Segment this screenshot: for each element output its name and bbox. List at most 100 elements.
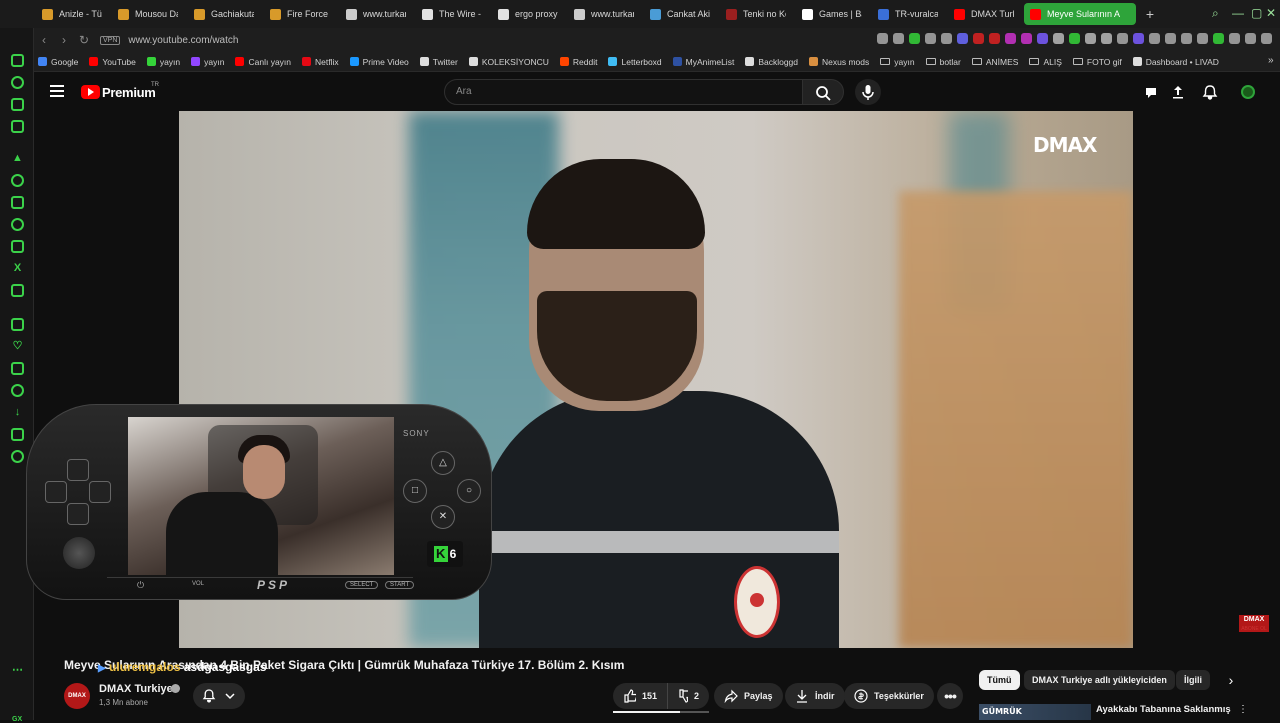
tab-14[interactable]: Meyve Sularının A [1024,3,1136,25]
bookmark-8[interactable]: Twitter [419,57,458,67]
bookmark-20[interactable]: Dashboard • LIVAD [1132,57,1219,67]
extension-8-icon[interactable] [989,33,1000,44]
forward-icon[interactable]: › [54,33,74,47]
extension-12-icon[interactable] [1053,33,1064,44]
bookmark-9[interactable]: KOLEKSİYONCU [468,57,549,67]
dislike-button[interactable]: 2 [667,683,709,709]
bookmark-7[interactable]: Prime Video [349,57,409,67]
youtube-logo-icon[interactable] [81,85,100,99]
chips-next-icon[interactable]: › [1224,673,1238,687]
download-button[interactable]: İndir [785,683,845,709]
bookmark-4[interactable]: yayın [191,57,224,67]
minimize-icon[interactable]: — [1232,6,1244,20]
extension-7-icon[interactable] [973,33,984,44]
tab-10[interactable]: Tenki no Ko [720,3,792,25]
share-button[interactable]: Paylaş [714,683,783,709]
sidebar-chatgpt-icon[interactable] [11,174,24,187]
sidebar-grid-icon[interactable] [11,318,24,331]
sidebar-history-icon[interactable] [11,384,24,397]
tab-11[interactable]: Games | Ba [796,3,868,25]
sidebar-gx-control-icon[interactable] [11,98,24,111]
notifications-bell-icon[interactable] [1202,84,1218,100]
sidebar-settings-icon[interactable] [11,450,24,463]
extension-18-icon[interactable] [1149,33,1160,44]
upload-icon[interactable] [1170,84,1186,100]
chip-from-uploader[interactable]: DMAX Turkiye adlı yükleyiciden [1024,670,1175,690]
extension-1-icon[interactable] [877,33,888,44]
more-actions-button[interactable]: ••• [937,683,963,709]
bookmark-6[interactable]: Netflix [302,57,339,67]
recommendation-title[interactable]: Ayakkabı Tabanına Saklanmış [1096,704,1231,715]
bookmark-5[interactable]: Canlı yayın [235,57,291,67]
sidebar-instagram-icon[interactable] [11,240,24,253]
user-avatar[interactable] [1241,85,1255,99]
bookmark-14[interactable]: Nexus mods [809,57,869,67]
subscription-bell-button[interactable] [193,683,245,709]
bookmark-19[interactable]: FOTO gif [1072,57,1122,67]
bookmark-18[interactable]: ALIŞ [1029,57,1062,67]
sidebar-extensions-icon[interactable] [11,428,24,441]
bookmark-3[interactable]: yayın [146,57,180,67]
sidebar-more-icon[interactable]: ⋯ [11,664,24,677]
channel-name[interactable]: DMAX Turkiye [99,683,173,695]
extension-25-icon[interactable] [1261,33,1272,44]
bookmark-2[interactable]: YouTube [89,57,136,67]
tab-12[interactable]: TR-vuralcar [872,3,944,25]
bookmark-11[interactable]: Letterboxd [608,57,662,67]
bookmark-16[interactable]: botlar [925,57,961,67]
thanks-button[interactable]: Teşekkürler [844,683,934,709]
bookmark-1[interactable]: Google [38,57,78,67]
bookmark-13[interactable]: Backloggd [745,57,798,67]
search-tabs-icon[interactable]: ⌕ [1212,6,1219,21]
chat-bubble-icon[interactable] [1143,84,1159,100]
bookmarks-overflow-icon[interactable]: » [1268,55,1274,66]
sidebar-download-icon[interactable]: ↓ [11,406,24,419]
url-field[interactable]: www.youtube.com/watch [128,35,238,46]
sidebar-m-icon[interactable] [11,120,24,133]
bookmark-15[interactable]: yayın [880,57,915,67]
vpn-badge[interactable]: VPN [100,35,121,45]
tab-5[interactable]: www.turkan [340,3,412,25]
recommendation-thumbnail[interactable]: GÜMRÜK [979,704,1091,720]
extension-6-icon[interactable] [957,33,968,44]
extension-16-icon[interactable] [1117,33,1128,44]
sidebar-twitch-icon[interactable] [11,196,24,209]
extension-20-icon[interactable] [1181,33,1192,44]
extension-22-icon[interactable] [1213,33,1224,44]
extension-3-icon[interactable] [909,33,920,44]
extension-19-icon[interactable] [1165,33,1176,44]
reload-icon[interactable]: ↻ [74,33,94,47]
extension-23-icon[interactable] [1229,33,1240,44]
tab-2[interactable]: Mousou Dai [112,3,184,25]
channel-avatar[interactable]: DMAX [64,683,90,709]
tab-8[interactable]: www.turkan [568,3,640,25]
tab-7[interactable]: ergo proxy [492,3,564,25]
tab-9[interactable]: Cankat Aki's [644,3,716,25]
tab-13[interactable]: DMAX Turk [948,3,1020,25]
sidebar-tabs-icon[interactable] [11,362,24,375]
extension-21-icon[interactable] [1197,33,1208,44]
extension-17-icon[interactable] [1133,33,1144,44]
extension-13-icon[interactable] [1069,33,1080,44]
tab-4[interactable]: Fire Force 2 [264,3,336,25]
back-icon[interactable]: ‹ [34,33,54,47]
sidebar-x-icon[interactable]: X [11,262,24,275]
extension-11-icon[interactable] [1037,33,1048,44]
extension-2-icon[interactable] [893,33,904,44]
sidebar-heart-icon[interactable]: ♡ [11,340,24,353]
extension-9-icon[interactable] [1005,33,1016,44]
tab-6[interactable]: The Wire - ( [416,3,488,25]
sidebar-refresh-icon[interactable] [11,76,24,89]
extension-10-icon[interactable] [1021,33,1032,44]
recommendation-more-icon[interactable]: ⋮ [1238,704,1248,715]
bookmark-17[interactable]: ANİMES [971,57,1018,67]
extension-4-icon[interactable] [925,33,936,44]
tab-1[interactable]: Anizle - Türk [36,3,108,25]
voice-search-button[interactable] [855,79,881,105]
tab-3[interactable]: Gachiakuta [188,3,260,25]
extension-24-icon[interactable] [1245,33,1256,44]
extension-5-icon[interactable] [941,33,952,44]
close-window-icon[interactable]: ✕ [1266,6,1276,20]
bookmark-10[interactable]: Reddit [559,57,597,67]
sidebar-aria-icon[interactable]: ▲ [11,152,24,165]
